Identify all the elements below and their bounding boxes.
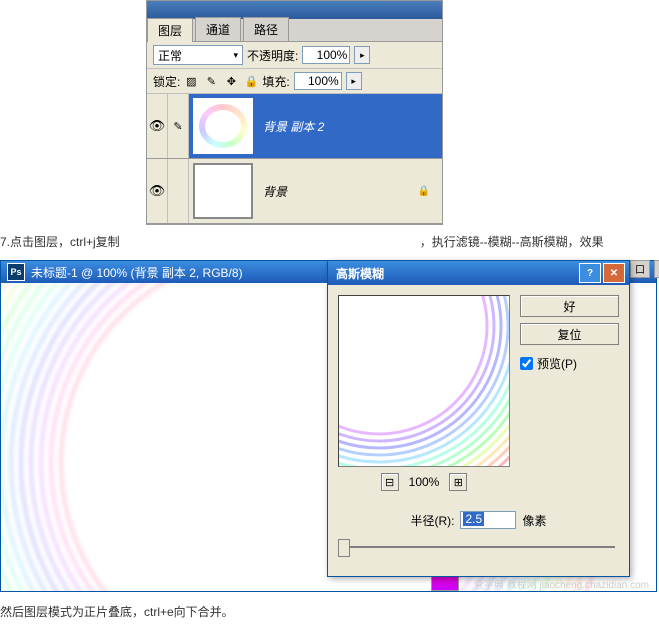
lock-move-icon[interactable]: ✥: [224, 74, 238, 88]
zoom-value: 100%: [409, 475, 440, 489]
layer-content[interactable]: 背景 🔒: [189, 159, 442, 223]
tab-channels[interactable]: 通道: [195, 17, 241, 41]
layer-row[interactable]: 👁 背景 🔒: [147, 159, 442, 224]
radius-unit: 像素: [522, 512, 546, 529]
radius-slider[interactable]: [328, 539, 629, 555]
blend-mode-select[interactable]: 正常 ▾: [153, 45, 243, 65]
zoom-in-button[interactable]: ⊞: [449, 473, 467, 491]
close-button[interactable]: ✕: [603, 263, 625, 283]
layers-panel: 图层 通道 路径 正常 ▾ 不透明度: 100% ▸ 锁定: ▨ ✎ ✥ 🔒 填…: [146, 0, 443, 225]
tab-layers[interactable]: 图层: [147, 18, 193, 42]
lock-all-icon[interactable]: 🔒: [244, 74, 258, 88]
radius-row: 半径(R): 2.5 像素: [328, 511, 629, 529]
tutorial-step-8: 然后图层模式为正片叠底，ctrl+e向下合并。: [0, 595, 659, 630]
tutorial-step-7: 7.点击图层，ctrl+j复制，执行滤镜--模糊--高斯模糊，效果: [0, 225, 659, 260]
fill-arrow[interactable]: ▸: [346, 72, 362, 90]
blend-mode-value: 正常: [158, 47, 182, 64]
slider-track: [342, 546, 615, 548]
lock-icons: ▨ ✎ ✥ 🔒: [184, 74, 258, 88]
link-toggle[interactable]: [168, 159, 189, 223]
radius-input[interactable]: 2.5: [460, 511, 516, 529]
watermark: 查字典 教程网 jiaocheng.chazidian.com: [474, 576, 649, 591]
preview-box[interactable]: [338, 295, 510, 467]
dialog-body: ⊟ 100% ⊞ 好 复位 预览(P): [328, 285, 629, 501]
lock-transparent-icon[interactable]: ▨: [184, 74, 198, 88]
blend-row: 正常 ▾ 不透明度: 100% ▸: [147, 42, 442, 69]
eye-icon: 👁: [149, 118, 166, 134]
slider-thumb[interactable]: [338, 539, 350, 557]
side-btn-2[interactable]: 混: [654, 260, 659, 278]
chevron-down-icon: ▾: [233, 50, 238, 61]
opacity-label: 不透明度:: [247, 47, 298, 64]
panel-titlebar[interactable]: [147, 1, 442, 19]
reset-button[interactable]: 复位: [520, 323, 619, 345]
opacity-arrow[interactable]: ▸: [354, 46, 370, 64]
document-title: 未标题-1 @ 100% (背景 副本 2, RGB/8): [31, 264, 243, 281]
fill-label: 填充:: [262, 73, 289, 90]
dialog-titlebar[interactable]: 高斯模糊 ? ✕: [328, 261, 629, 285]
layer-thumbnail[interactable]: [193, 98, 253, 154]
lock-label: 锁定:: [153, 73, 180, 90]
brush-icon: ✎: [173, 120, 182, 133]
side-btn-1[interactable]: 口: [630, 260, 650, 278]
lock-icon: 🔒: [418, 186, 430, 197]
fill-value[interactable]: 100%: [294, 72, 342, 90]
panel-tabs: 图层 通道 路径: [147, 19, 442, 42]
preview-checkbox-input[interactable]: [520, 357, 533, 370]
ok-button[interactable]: 好: [520, 295, 619, 317]
layer-content[interactable]: 背景 副本 2: [189, 94, 442, 158]
lock-row: 锁定: ▨ ✎ ✥ 🔒 填充: 100% ▸: [147, 69, 442, 94]
opacity-value[interactable]: 100%: [302, 46, 350, 64]
eye-icon: 👁: [149, 183, 166, 199]
active-indicator[interactable]: ✎: [168, 94, 189, 158]
visibility-toggle[interactable]: 👁: [147, 94, 168, 158]
visibility-toggle[interactable]: 👁: [147, 159, 168, 223]
layer-thumbnail[interactable]: [193, 163, 253, 219]
app-icon: Ps: [7, 263, 25, 281]
help-button[interactable]: ?: [579, 263, 601, 283]
radius-label: 半径(R):: [410, 512, 454, 529]
layer-name: 背景: [263, 183, 287, 200]
gaussian-blur-dialog: 高斯模糊 ? ✕: [327, 260, 630, 577]
dialog-title: 高斯模糊: [332, 265, 579, 282]
zoom-out-button[interactable]: ⊟: [381, 473, 399, 491]
lock-paint-icon[interactable]: ✎: [204, 74, 218, 88]
preview-label: 预览(P): [537, 355, 577, 372]
dialog-right-column: 好 复位 预览(P): [520, 295, 619, 491]
layer-row[interactable]: 👁 ✎ 背景 副本 2: [147, 94, 442, 159]
side-buttons: 口 混: [630, 260, 651, 278]
tab-paths[interactable]: 路径: [243, 17, 289, 41]
zoom-controls: ⊟ 100% ⊞: [338, 473, 510, 491]
layer-name: 背景 副本 2: [263, 118, 324, 135]
layer-list: 👁 ✎ 背景 副本 2 👁 背景 🔒: [147, 94, 442, 224]
preview-checkbox[interactable]: 预览(P): [520, 355, 619, 372]
